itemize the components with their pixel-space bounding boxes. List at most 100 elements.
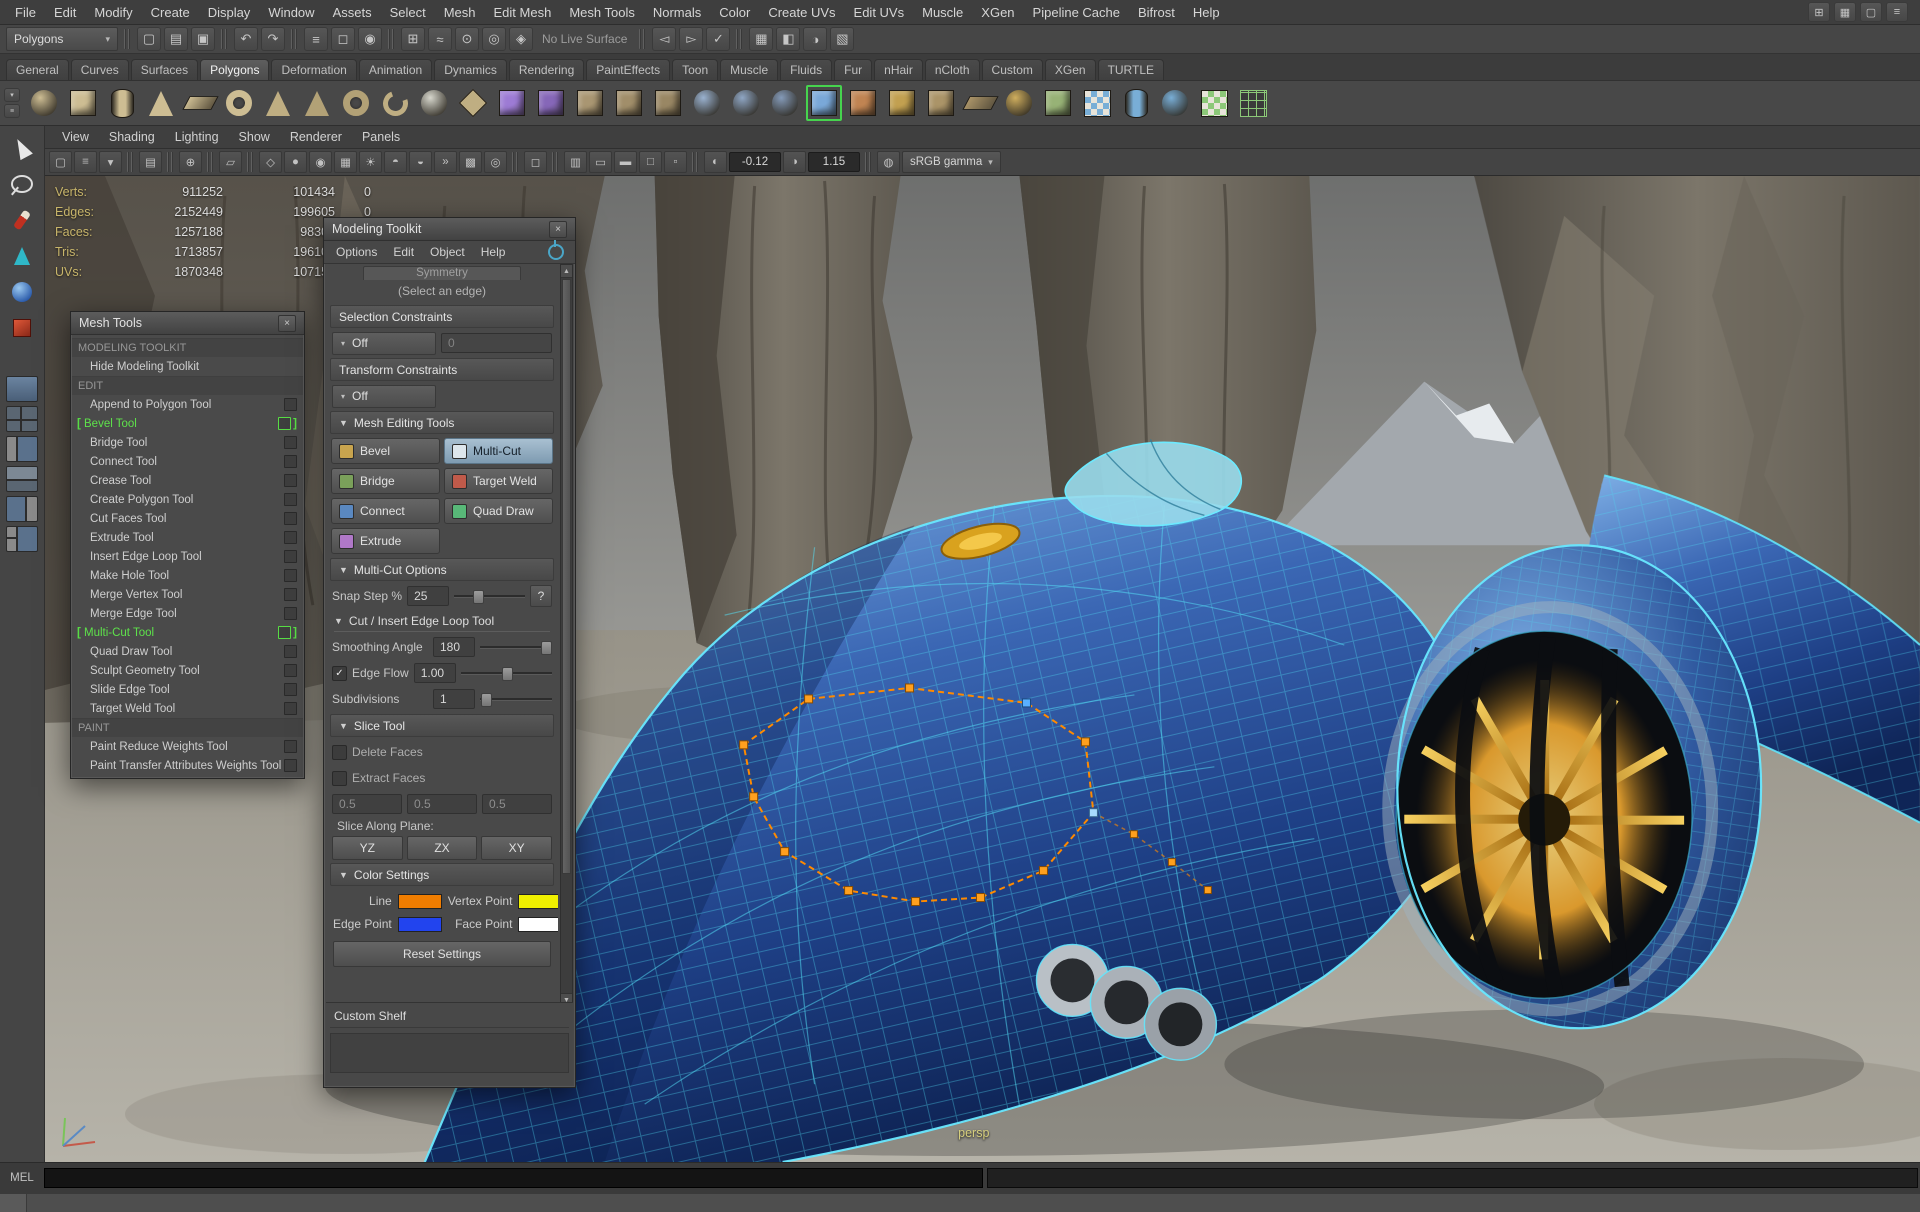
separator-grip[interactable] — [291, 29, 298, 49]
mesh-tools-item-insert-edge-loop-tool[interactable]: Insert Edge Loop Tool — [72, 547, 303, 566]
view-transform-dropdown[interactable]: sRGB gamma▾ — [902, 151, 1001, 173]
output-connections-button[interactable]: ▻ — [679, 27, 703, 51]
new-scene-button[interactable]: ▢ — [137, 27, 161, 51]
separator-grip[interactable] — [639, 29, 646, 49]
select-component-mode-button[interactable]: ◉ — [358, 27, 382, 51]
mel-command-input[interactable] — [44, 1168, 983, 1188]
camera-attributes-button[interactable]: ≡ — [74, 151, 97, 173]
menu-display[interactable]: Display — [199, 0, 260, 24]
mesh-tools-item-target-weld-tool[interactable]: Target Weld Tool — [72, 699, 303, 718]
workspace-grid-icon[interactable]: ⊞ — [1808, 2, 1830, 22]
tool-options-box[interactable] — [284, 569, 297, 582]
reset-settings-button[interactable]: Reset Settings — [333, 941, 551, 967]
shelf-spherical-mapping[interactable] — [1156, 84, 1194, 122]
extract-faces-checkbox[interactable] — [332, 771, 347, 786]
subdivisions-field[interactable]: 1 — [433, 689, 475, 709]
mesh-editing-tools-header[interactable]: ▼ Mesh Editing Tools — [330, 411, 554, 434]
panel-menu-view[interactable]: View — [53, 130, 98, 144]
mesh-tools-titlebar[interactable]: Mesh Tools × — [71, 312, 304, 335]
shelf-poly-platonic[interactable] — [454, 84, 492, 122]
wireframe-on-shaded-button[interactable]: ◉ — [309, 151, 332, 173]
modeling-toolkit-titlebar[interactable]: Modeling Toolkit × — [324, 218, 575, 241]
multi-cut-options-header[interactable]: ▼ Multi-Cut Options — [330, 558, 554, 581]
custom-shelf-header[interactable]: Custom Shelf — [330, 1007, 569, 1028]
shelf-uv-editor[interactable] — [1234, 84, 1272, 122]
menu-muscle[interactable]: Muscle — [913, 0, 972, 24]
shelf-bevel[interactable] — [883, 84, 921, 122]
separator-grip[interactable] — [692, 152, 699, 172]
shelf-planar-mapping[interactable] — [1078, 84, 1116, 122]
rotate-tool[interactable] — [5, 276, 39, 308]
tool-options-box[interactable] — [284, 664, 297, 677]
open-render-view-button[interactable]: ▦ — [749, 27, 773, 51]
scroll-up-icon[interactable]: ▲ — [561, 265, 572, 278]
mesh-tools-item-quad-draw-tool[interactable]: Quad Draw Tool — [72, 642, 303, 661]
textured-display-button[interactable]: ▦ — [334, 151, 357, 173]
shelf-smooth[interactable] — [493, 84, 531, 122]
shelf-tab-rendering[interactable]: Rendering — [509, 59, 584, 80]
smoothing-angle-field[interactable]: 180 — [433, 637, 475, 657]
separator-grip[interactable] — [736, 29, 743, 49]
shelf-tab-xgen[interactable]: XGen — [1045, 59, 1096, 80]
render-settings-button[interactable]: ▧ — [830, 27, 854, 51]
selection-mask-dropdown[interactable]: Polygons▾ — [6, 27, 118, 51]
safe-action-button[interactable]: □ — [639, 151, 662, 173]
single-pane-icon[interactable]: ▢ — [1860, 2, 1882, 22]
separator-grip[interactable] — [124, 29, 131, 49]
shelf-poly-sphere[interactable] — [25, 84, 63, 122]
mesh-tools-item-merge-edge-tool[interactable]: Merge Edge Tool — [72, 604, 303, 623]
shelf-tab-deformation[interactable]: Deformation — [271, 59, 356, 80]
vertex-point-swatch[interactable] — [518, 894, 558, 909]
tool-options-box[interactable] — [278, 417, 291, 430]
menu-options-icon[interactable]: ≡ — [1886, 2, 1908, 22]
snap-to-points-button[interactable]: ⊙ — [455, 27, 479, 51]
mesh-tools-item-make-hole-tool[interactable]: Make Hole Tool — [72, 566, 303, 585]
shelf-mirror-geometry[interactable] — [1039, 84, 1077, 122]
symmetry-dropdown[interactable]: Symmetry — [363, 266, 521, 280]
shelf-poly-cube[interactable] — [64, 84, 102, 122]
separator-grip[interactable] — [167, 152, 174, 172]
layout-four-pane[interactable] — [6, 406, 38, 432]
subdivisions-slider[interactable] — [480, 691, 552, 707]
smooth-shade-button[interactable]: ● — [284, 151, 307, 173]
slider-knob[interactable] — [473, 590, 484, 604]
edge-flow-field[interactable]: 1.00 — [414, 663, 456, 683]
mesh-tools-item-connect-tool[interactable]: Connect Tool — [72, 452, 303, 471]
depth-of-field-button[interactable]: ◎ — [484, 151, 507, 173]
shelf-options-button[interactable]: ≡ — [4, 104, 20, 118]
shelf-poly-pipe[interactable] — [337, 84, 375, 122]
paint-select-tool[interactable] — [5, 204, 39, 236]
shelf-tab-toon[interactable]: Toon — [672, 59, 718, 80]
tool-options-box[interactable] — [284, 550, 297, 563]
panel-menu-renderer[interactable]: Renderer — [281, 130, 351, 144]
shelf-poly-helix[interactable] — [376, 84, 414, 122]
input-connections-button[interactable]: ◅ — [652, 27, 676, 51]
shelf-smooth-proxy[interactable] — [532, 84, 570, 122]
mesh-tools-item-bevel-tool[interactable]: [Bevel Tool] — [72, 414, 303, 433]
menu-help[interactable]: Help — [1184, 0, 1229, 24]
safe-title-button[interactable]: ▫ — [664, 151, 687, 173]
toolkit-menu-edit[interactable]: Edit — [385, 245, 422, 259]
shelf-tab-nhair[interactable]: nHair — [874, 59, 923, 80]
select-object-mode-button[interactable]: ◻ — [331, 27, 355, 51]
shelf-tab-fluids[interactable]: Fluids — [780, 59, 832, 80]
menu-window[interactable]: Window — [259, 0, 323, 24]
tool-options-box[interactable] — [284, 740, 297, 753]
slice-offset-field-3[interactable]: 0.5 — [482, 794, 552, 814]
menu-pipeline-cache[interactable]: Pipeline Cache — [1024, 0, 1129, 24]
select-camera-button[interactable]: ▢ — [49, 151, 72, 173]
save-scene-button[interactable]: ▣ — [191, 27, 215, 51]
menu-modify[interactable]: Modify — [85, 0, 141, 24]
menu-mesh[interactable]: Mesh — [435, 0, 485, 24]
slice-offset-field-1[interactable]: 0.5 — [332, 794, 402, 814]
tool-options-box[interactable] — [284, 645, 297, 658]
selection-constraints-header[interactable]: Selection Constraints — [330, 305, 554, 328]
panel-menu-lighting[interactable]: Lighting — [166, 130, 228, 144]
menu-color[interactable]: Color — [710, 0, 759, 24]
close-icon[interactable]: × — [549, 221, 567, 238]
wireframe-display-button[interactable]: ◇ — [259, 151, 282, 173]
move-tool[interactable] — [5, 240, 39, 272]
shelf-poly-pyramid[interactable] — [298, 84, 336, 122]
snap-step-slider[interactable] — [454, 588, 525, 604]
menu-bifrost[interactable]: Bifrost — [1129, 0, 1184, 24]
